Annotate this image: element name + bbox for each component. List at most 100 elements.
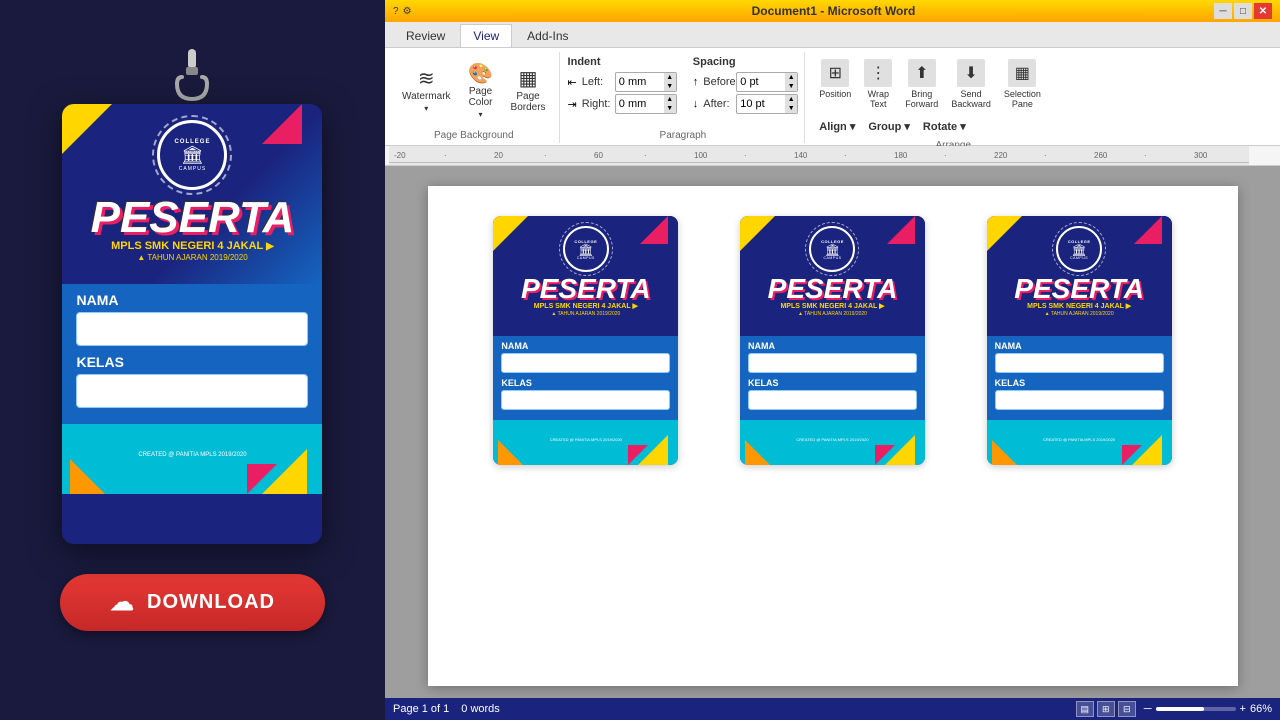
spacing-before-down[interactable]: ▼: [785, 82, 797, 91]
paragraph-label: Paragraph: [660, 128, 707, 141]
svg-text:·: ·: [944, 151, 947, 160]
spacing-after-value[interactable]: [737, 97, 785, 111]
arrange-buttons: ⊞ Position ⋮ WrapText ⬆ BringForward ⬇ S…: [813, 54, 1093, 138]
mini-nama-box-3[interactable]: [995, 353, 1164, 373]
selection-pane-button[interactable]: ▦ SelectionPane: [998, 54, 1047, 114]
mini-badge-top-1: COLLEGE 🏛 CAMPUS PESERTA MPLS SMK NEGERI…: [493, 216, 678, 336]
wrap-text-button[interactable]: ⋮ WrapText: [858, 54, 898, 114]
svg-text:260: 260: [1094, 151, 1108, 160]
left-panel: COLLEGE 🏛 CAMPUS PESERTA MPLS SMK NEGERI…: [0, 0, 385, 720]
kelas-label: KELAS: [76, 354, 308, 370]
badge-middle: NAMA KELAS: [62, 284, 322, 424]
indent-section: Indent ⇤ Left: ▲ ▼ ⇥: [568, 56, 677, 114]
mini-title-3: PESERTA MPLS SMK NEGERI 4 JAKAL ▶ ▲ TAHU…: [995, 275, 1164, 317]
tab-addins[interactable]: Add-Ins: [514, 24, 581, 47]
zoom-minus[interactable]: ─: [1144, 703, 1152, 715]
indent-left-down[interactable]: ▼: [664, 82, 676, 91]
zoom-plus[interactable]: +: [1240, 703, 1246, 715]
mini-nama-box-2[interactable]: [748, 353, 917, 373]
mini-kelas-box-1[interactable]: [501, 390, 670, 410]
indent-left-spinners[interactable]: ▲ ▼: [664, 73, 676, 91]
spacing-after-down[interactable]: ▼: [785, 104, 797, 113]
watermark-arrow: ▾: [424, 104, 428, 113]
spacing-after-up[interactable]: ▲: [785, 95, 797, 104]
group-button[interactable]: Group ▾: [862, 115, 916, 138]
page-background-buttons: ≋ Watermark ▾ 🎨 PageColor ▾ ▦ PageBorder…: [395, 54, 553, 128]
maximize-button[interactable]: □: [1234, 3, 1252, 19]
bring-forward-label: BringForward: [905, 89, 938, 109]
indent-right-up[interactable]: ▲: [664, 95, 676, 104]
badge-top: COLLEGE 🏛 CAMPUS PESERTA MPLS SMK NEGERI…: [62, 104, 322, 284]
mini-logo-2: COLLEGE 🏛 CAMPUS: [748, 226, 917, 272]
svg-text:140: 140: [794, 151, 808, 160]
full-screen-btn[interactable]: ⊞: [1097, 701, 1115, 717]
indent-left-up[interactable]: ▲: [664, 73, 676, 82]
mini-middle-2: NAMA KELAS: [740, 336, 925, 420]
watermark-icon: ≋: [418, 69, 435, 89]
mini-bottom-3: CREATED @ PANITIA MPLS 2019/2020: [987, 420, 1172, 465]
indent-right-spinners[interactable]: ▲ ▼: [664, 95, 676, 113]
wrap-text-label: WrapText: [868, 89, 889, 109]
words-status: 0 words: [461, 703, 500, 715]
web-layout-btn[interactable]: ⊟: [1118, 701, 1136, 717]
ruler-svg: -20 · 20 · 60 · 100 · 140 · 180 · 220 · …: [389, 146, 1249, 166]
tab-view[interactable]: View: [460, 24, 512, 47]
indent-right-input[interactable]: ▲ ▼: [615, 94, 677, 114]
indent-right-down[interactable]: ▼: [664, 104, 676, 113]
spacing-before-input[interactable]: ▲ ▼: [736, 72, 798, 92]
zoom-slider[interactable]: [1156, 707, 1236, 711]
view-buttons: ▤ ⊞ ⊟: [1076, 701, 1136, 717]
bring-forward-button[interactable]: ⬆ BringForward: [899, 54, 944, 114]
svg-text:·: ·: [844, 151, 847, 160]
mini-kelas-box-2[interactable]: [748, 390, 917, 410]
mini-kelas-box-3[interactable]: [995, 390, 1164, 410]
indent-left-value[interactable]: [616, 75, 664, 89]
download-button[interactable]: ☁ DOWNLOAD: [60, 574, 325, 631]
peserta-label: PESERTA: [74, 196, 310, 240]
zoom-fill: [1156, 707, 1204, 711]
svg-text:100: 100: [694, 151, 708, 160]
group-icon: Group ▾: [868, 120, 910, 133]
watermark-button[interactable]: ≋ Watermark ▾: [395, 65, 458, 117]
tab-review[interactable]: Review: [393, 24, 458, 47]
position-label: Position: [819, 89, 851, 99]
mini-bottom-2: CREATED @ PANITIA MPLS 2019/2020: [740, 420, 925, 465]
kelas-field-box[interactable]: [76, 374, 308, 408]
spacing-before-icon: ↑: [693, 76, 699, 88]
svg-text:·: ·: [544, 151, 547, 160]
page-status: Page 1 of 1: [393, 703, 449, 715]
spacing-before-spinners[interactable]: ▲ ▼: [785, 73, 797, 91]
spacing-before-row: ↑ Before: ▲ ▼: [693, 72, 799, 92]
page-borders-button[interactable]: ▦ PageBorders: [504, 65, 553, 117]
badge-footer: CREATED @ PANITIA MPLS 2019/2020: [76, 452, 308, 458]
mini-title-1: PESERTA MPLS SMK NEGERI 4 JAKAL ▶ ▲ TAHU…: [501, 275, 670, 317]
lanyard-hook: [172, 49, 212, 109]
minimize-button[interactable]: ─: [1214, 3, 1232, 19]
spacing-after-input[interactable]: ▲ ▼: [736, 94, 798, 114]
svg-text:·: ·: [444, 151, 447, 160]
print-layout-btn[interactable]: ▤: [1076, 701, 1094, 717]
indent-left-row: ⇤ Left: ▲ ▼: [568, 72, 677, 92]
align-button[interactable]: Align ▾: [813, 115, 861, 138]
spacing-before-value[interactable]: [737, 75, 785, 89]
indent-right-value[interactable]: [616, 97, 664, 111]
spacing-before-up[interactable]: ▲: [785, 73, 797, 82]
arrow-icon: ▶: [266, 241, 274, 253]
mini-logo-3: COLLEGE 🏛 CAMPUS: [995, 226, 1164, 272]
svg-text:·: ·: [644, 151, 647, 160]
document-area[interactable]: COLLEGE 🏛 CAMPUS PESERTA MPLS SMK NEGERI…: [385, 166, 1280, 698]
page-color-button[interactable]: 🎨 PageColor ▾: [460, 60, 502, 123]
close-button[interactable]: ✕: [1254, 3, 1272, 19]
tahun-triangle: ▲: [137, 253, 145, 262]
nama-field-box[interactable]: [76, 312, 308, 346]
send-backward-button[interactable]: ⬇ SendBackward: [945, 54, 997, 114]
indent-left-input[interactable]: ▲ ▼: [615, 72, 677, 92]
mini-middle-3: NAMA KELAS: [987, 336, 1172, 420]
page-borders-label: PageBorders: [511, 91, 546, 113]
rotate-button[interactable]: Rotate ▾: [917, 115, 972, 138]
mini-nama-box-1[interactable]: [501, 353, 670, 373]
mini-bottom-1: CREATED @ PANITIA MPLS 2019/2020: [493, 420, 678, 465]
send-backward-icon: ⬇: [957, 59, 985, 87]
position-button[interactable]: ⊞ Position: [813, 54, 857, 104]
spacing-after-spinners[interactable]: ▲ ▼: [785, 95, 797, 113]
